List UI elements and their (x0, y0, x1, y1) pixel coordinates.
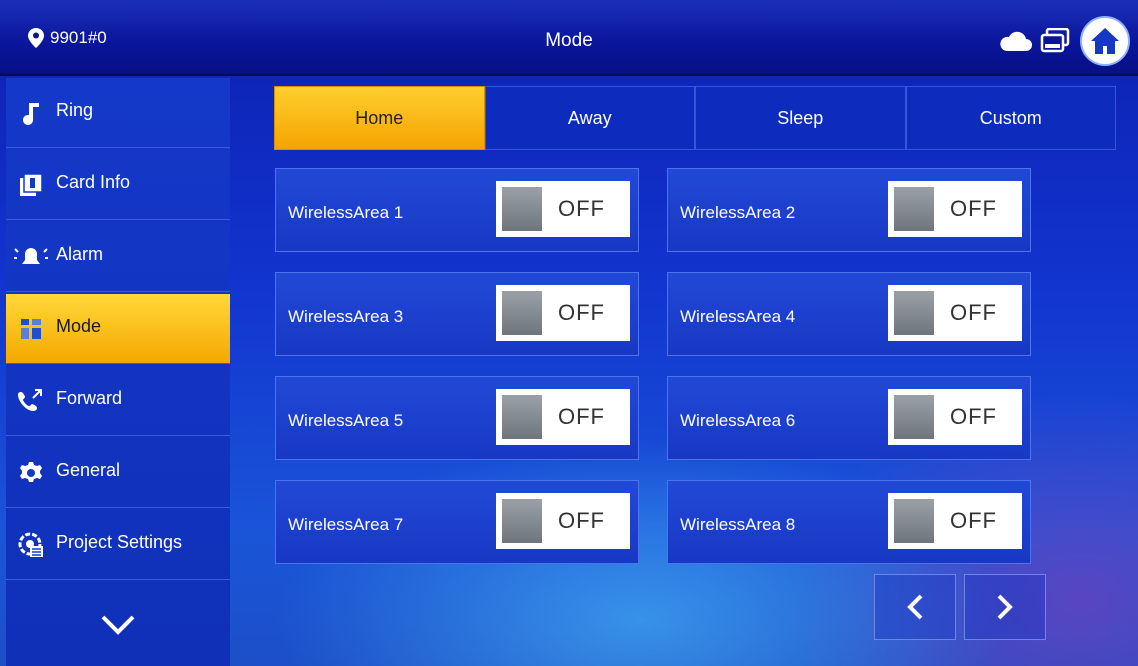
toggle-knob (502, 291, 542, 335)
area-toggle[interactable]: OFF (888, 493, 1022, 549)
area-label: WirelessArea 2 (680, 203, 796, 222)
area-toggle[interactable]: OFF (496, 181, 630, 237)
area-toggle[interactable]: OFF (888, 285, 1022, 341)
toggle-state: OFF (558, 404, 605, 429)
toggle-state: OFF (558, 508, 605, 533)
area-label: WirelessArea 6 (680, 411, 796, 430)
alarm-bell-icon (14, 248, 48, 264)
sidebar-more-button[interactable] (6, 584, 230, 666)
chevron-down-icon (101, 615, 135, 635)
gear-icon (20, 462, 42, 482)
tab-custom[interactable]: Custom (905, 86, 1116, 150)
area-label: WirelessArea 1 (288, 203, 404, 222)
wireless-area-tile: WirelessArea 1 OFF (275, 168, 639, 252)
top-bar: 9901#0 Mode (0, 0, 1138, 76)
toggle-knob (502, 395, 542, 439)
sidebar-item-ring[interactable]: Ring (6, 78, 230, 148)
toggle-state: OFF (950, 508, 997, 533)
tab-sleep[interactable]: Sleep (695, 86, 906, 150)
area-toggle[interactable]: OFF (888, 181, 1022, 237)
toggle-state: OFF (950, 196, 997, 221)
wireless-area-tile: WirelessArea 7 OFF (275, 480, 639, 564)
sidebar-item-forward[interactable]: Forward (6, 366, 230, 436)
sidebar-item-label: Forward (56, 388, 123, 408)
area-toggle[interactable]: OFF (496, 285, 630, 341)
toggle-knob (894, 291, 934, 335)
tab-away[interactable]: Away (484, 86, 695, 150)
wireless-area-tile: WirelessArea 8 OFF (667, 480, 1031, 564)
tab-home[interactable]: Home (274, 86, 485, 150)
forward-call-icon (18, 389, 42, 411)
sidebar-item-project-settings[interactable]: Project Settings (6, 510, 230, 580)
cloud-icon[interactable] (998, 29, 1032, 53)
sidebar-item-mode[interactable]: Mode (6, 294, 230, 364)
toggle-knob (502, 187, 542, 231)
sidebar-item-card-info[interactable]: Card Info (6, 150, 230, 220)
chevron-left-icon (907, 594, 923, 620)
area-toggle[interactable]: OFF (496, 493, 630, 549)
toggle-state: OFF (558, 196, 605, 221)
sidebar-item-label: Alarm (56, 244, 104, 264)
sidebar: Ring Card Info Alarm Mode Forward Genera… (6, 78, 230, 666)
home-button[interactable] (1080, 16, 1130, 66)
area-label: WirelessArea 8 (680, 515, 796, 534)
sidebar-item-label: Project Settings (56, 532, 183, 552)
grid-icon (21, 319, 41, 339)
sidebar-item-alarm[interactable]: Alarm (6, 222, 230, 292)
toggle-knob (894, 395, 934, 439)
home-icon (1091, 28, 1119, 54)
sidebar-item-label: Mode (56, 316, 102, 336)
project-settings-icon (18, 532, 43, 557)
mode-tabs: Home Away Sleep Custom (274, 86, 1116, 150)
wireless-area-tile: WirelessArea 5 OFF (275, 376, 639, 460)
area-label: WirelessArea 7 (288, 515, 404, 534)
toggle-state: OFF (950, 300, 997, 325)
music-note-icon (23, 103, 39, 125)
wireless-area-tile: WirelessArea 2 OFF (667, 168, 1031, 252)
card-icon (20, 174, 42, 196)
sidebar-item-label: General (56, 460, 121, 480)
area-label: WirelessArea 3 (288, 307, 404, 326)
toggle-state: OFF (950, 404, 997, 429)
sidebar-item-label: Card Info (56, 172, 131, 192)
monitor-icon[interactable] (1040, 28, 1070, 54)
area-label: WirelessArea 4 (680, 307, 796, 326)
sidebar-item-general[interactable]: General (6, 438, 230, 508)
area-toggle[interactable]: OFF (496, 389, 630, 445)
toggle-knob (502, 499, 542, 543)
toggle-knob (894, 187, 934, 231)
page-title: Mode (545, 30, 593, 51)
wireless-area-tile: WirelessArea 4 OFF (667, 272, 1031, 356)
chevron-right-icon (997, 594, 1013, 620)
toggle-knob (894, 499, 934, 543)
sidebar-item-label: Ring (56, 100, 94, 120)
area-label: WirelessArea 5 (288, 411, 404, 430)
wireless-area-tile: WirelessArea 3 OFF (275, 272, 639, 356)
next-page-button[interactable] (964, 574, 1046, 640)
wireless-area-tile: WirelessArea 6 OFF (667, 376, 1031, 460)
prev-page-button[interactable] (874, 574, 956, 640)
area-toggle[interactable]: OFF (888, 389, 1022, 445)
toggle-state: OFF (558, 300, 605, 325)
